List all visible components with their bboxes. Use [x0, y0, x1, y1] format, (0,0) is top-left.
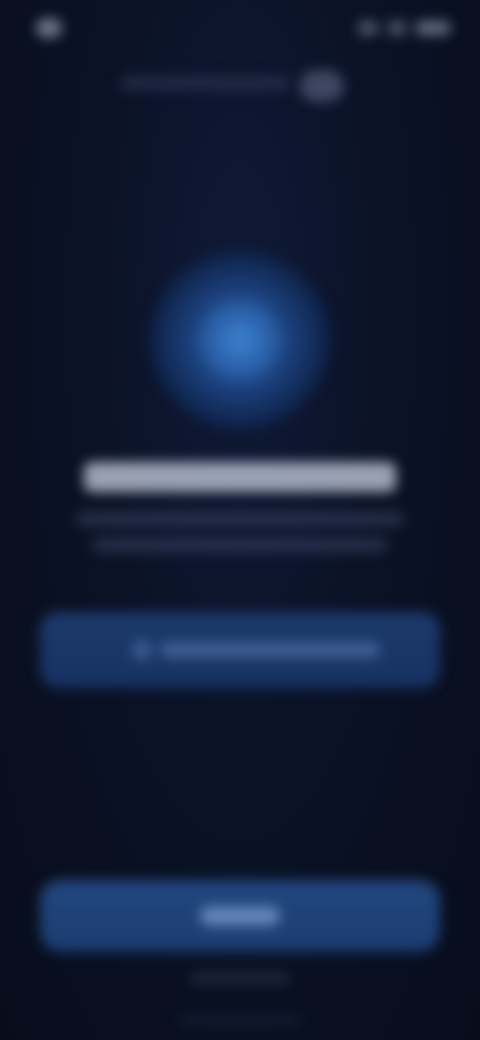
status-time — [30, 14, 110, 40]
primary-card-button[interactable] — [40, 612, 440, 688]
blurred-content — [0, 0, 480, 1040]
url-text — [120, 76, 290, 90]
home-indicator — [180, 1018, 300, 1024]
footer-text — [190, 972, 290, 984]
subtitle-line-2 — [92, 538, 388, 552]
subtitle-line-1 — [76, 512, 404, 526]
signal-icon — [358, 21, 378, 35]
app-icon — [200, 300, 280, 380]
continue-button[interactable] — [40, 880, 440, 952]
status-bar — [0, 0, 480, 60]
status-icons — [350, 18, 450, 38]
primary-card-label — [160, 642, 380, 658]
wifi-icon — [388, 21, 406, 35]
reload-icon[interactable] — [300, 70, 344, 102]
link-icon — [132, 640, 152, 660]
battery-icon — [416, 21, 450, 35]
app-screen — [0, 0, 480, 1040]
continue-button-label — [200, 906, 280, 926]
url-bar[interactable] — [110, 68, 370, 102]
page-title — [70, 455, 410, 501]
